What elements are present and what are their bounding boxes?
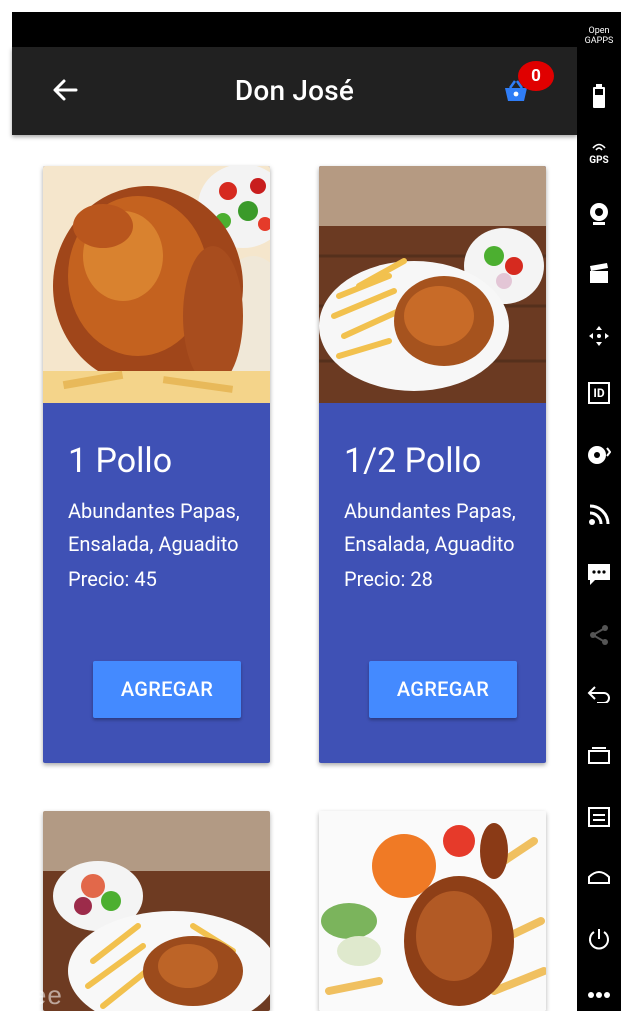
product-description: Abundantes Papas, Ensalada, Aguadito <box>68 499 240 556</box>
top-margin <box>0 0 577 12</box>
home-icon[interactable] <box>577 867 621 889</box>
gps-label: GPS <box>589 155 609 166</box>
product-name: 1/2 Pollo <box>344 441 482 481</box>
record-icon[interactable] <box>577 444 621 470</box>
more-icon[interactable] <box>577 984 621 1003</box>
cart-count-badge: 0 <box>518 61 554 91</box>
product-card-4 <box>319 811 546 1011</box>
product-image-roast-quarter <box>319 811 546 1011</box>
message-icon[interactable] <box>577 562 621 590</box>
product-price: Precio: 45 <box>68 567 157 591</box>
app-bar: Don José 0 <box>12 47 577 135</box>
rss-icon[interactable] <box>577 504 621 530</box>
product-description: Abundantes Papas, Ensalada, Aguadito <box>344 499 516 556</box>
status-bar <box>12 12 577 47</box>
id-label: ID <box>588 382 610 404</box>
watermark-text: free <box>14 980 63 1010</box>
product-card-1: 1 Pollo Abundantes Papas, Ensalada, Agua… <box>43 166 270 763</box>
recent-apps-icon[interactable] <box>577 745 621 769</box>
page-title: Don José <box>234 74 355 107</box>
product-card-3 <box>43 811 270 1011</box>
opengapps-icon[interactable]: Open GAPPS <box>577 26 621 46</box>
power-icon[interactable] <box>577 927 621 955</box>
product-image-whole-chicken <box>43 166 270 403</box>
emulator-toolbar: Open GAPPS GPS ID <box>577 12 621 1011</box>
back-icon[interactable] <box>577 685 621 707</box>
share-icon[interactable] <box>577 624 621 650</box>
product-price: Precio: 28 <box>344 567 433 591</box>
product-image-half-chicken <box>319 166 546 403</box>
dpad-icon[interactable] <box>577 324 621 352</box>
product-image-chicken-plate <box>43 811 270 1011</box>
clapperboard-icon[interactable] <box>577 262 621 288</box>
add-button[interactable]: AGREGAR <box>369 661 517 718</box>
camera-icon[interactable] <box>577 202 621 230</box>
gps-icon[interactable]: GPS <box>577 142 621 166</box>
product-name: 1 Pollo <box>68 441 173 481</box>
product-card-2: 1/2 Pollo Abundantes Papas, Ensalada, Ag… <box>319 166 546 763</box>
id-icon[interactable]: ID <box>577 382 621 404</box>
menu-icon[interactable] <box>577 807 621 831</box>
add-button[interactable]: AGREGAR <box>93 661 241 718</box>
battery-icon[interactable] <box>577 84 621 112</box>
